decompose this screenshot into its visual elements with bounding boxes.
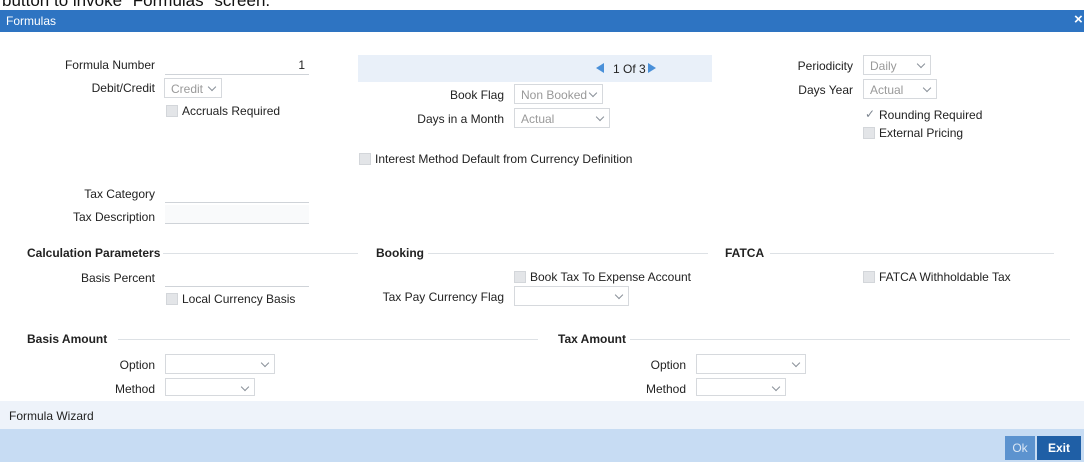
tax-category-label: Tax Category [84,187,155,201]
chevron-down-icon [588,88,598,98]
tax-pay-currency-label: Tax Pay Currency Flag [382,290,504,304]
tax-category-input[interactable] [165,184,309,203]
chevron-down-icon [595,112,605,122]
basis-percent-input[interactable] [165,268,309,287]
basis-option-label: Option [119,358,155,372]
basis-method-select[interactable] [165,378,255,396]
fatca-withholdable-label: FATCA Withholdable Tax [879,270,1011,284]
accruals-required-checkbox[interactable] [166,105,178,117]
chevron-down-icon [240,382,250,392]
interest-method-checkbox[interactable] [359,153,371,165]
formula-wizard-label: Formula Wizard [9,409,94,423]
external-pricing-label: External Pricing [879,126,964,140]
chevron-down-icon [614,290,624,300]
window-title: Formulas [6,14,57,28]
days-in-month-value: Actual [521,112,555,126]
rounding-required-checkbox[interactable] [863,107,875,121]
book-flag-label: Book Flag [449,88,504,102]
caption-fragment: button to invoke "Formulas" screen. [0,0,1084,10]
tax-method-label: Method [645,382,686,396]
basis-method-label: Method [114,382,155,396]
formula-number-label: Formula Number [64,58,155,72]
external-pricing-checkbox[interactable] [863,127,875,139]
fatca-title: FATCA [725,246,765,260]
accruals-required-label: Accruals Required [182,104,281,118]
section-divider [163,253,358,254]
chevron-down-icon [260,358,270,368]
debit-credit-select[interactable]: Credit [164,78,222,98]
triangle-right-icon[interactable] [648,63,656,73]
interest-method-label: Interest Method Default from Currency De… [375,152,633,166]
formula-number-field[interactable]: 1 [165,56,309,75]
basis-percent-label: Basis Percent [80,271,155,285]
formula-number-value: 1 [298,58,305,72]
days-in-month-select[interactable]: Actual [514,108,610,128]
window-titlebar: Formulas × [0,10,1084,32]
section-divider [630,339,1070,340]
formula-wizard-bar[interactable]: Formula Wizard [0,401,1084,429]
record-pager: 1 Of 3 [358,55,712,82]
section-divider [428,253,708,254]
book-flag-value: Non Booked [521,88,588,102]
footer-bar [0,429,1084,462]
section-divider [118,339,538,340]
fatca-withholdable-checkbox[interactable] [863,271,875,283]
tax-option-label: Option [650,358,686,372]
chevron-down-icon [916,59,926,69]
book-tax-checkbox[interactable] [514,271,526,283]
ok-button[interactable]: Ok [1005,436,1035,460]
triangle-left-icon[interactable] [596,63,604,73]
local-currency-basis-checkbox[interactable] [166,293,178,305]
section-divider [770,253,1054,254]
book-flag-select[interactable]: Non Booked [514,84,603,104]
tax-pay-currency-select[interactable] [514,286,629,306]
days-year-value: Actual [870,83,904,97]
chevron-down-icon [922,83,932,93]
days-in-month-label: Days in a Month [417,112,504,126]
periodicity-label: Periodicity [797,59,853,73]
days-year-select[interactable]: Actual [863,79,937,99]
chevron-down-icon [207,82,217,92]
basis-amount-title: Basis Amount [27,332,108,346]
local-currency-basis-label: Local Currency Basis [182,292,296,306]
debit-credit-label: Debit/Credit [91,81,155,95]
tax-option-select[interactable] [696,354,806,374]
rounding-required-label: Rounding Required [879,108,983,122]
periodicity-value: Daily [870,59,897,73]
basis-option-select[interactable] [165,354,275,374]
tax-method-select[interactable] [696,378,786,396]
tax-description-label: Tax Description [72,210,155,224]
exit-button[interactable]: Exit [1037,436,1081,460]
debit-credit-value: Credit [171,82,204,96]
tax-amount-title: Tax Amount [558,332,626,346]
days-year-label: Days Year [798,83,853,97]
chevron-down-icon [791,358,801,368]
pager-text: 1 Of 3 [613,62,646,76]
calculation-parameters-title: Calculation Parameters [27,246,161,260]
tax-description-input[interactable] [165,205,309,224]
close-icon[interactable]: × [1074,12,1083,28]
periodicity-select[interactable]: Daily [863,55,931,75]
booking-title: Booking [376,246,424,260]
book-tax-label: Book Tax To Expense Account [530,270,691,284]
chevron-down-icon [771,382,781,392]
